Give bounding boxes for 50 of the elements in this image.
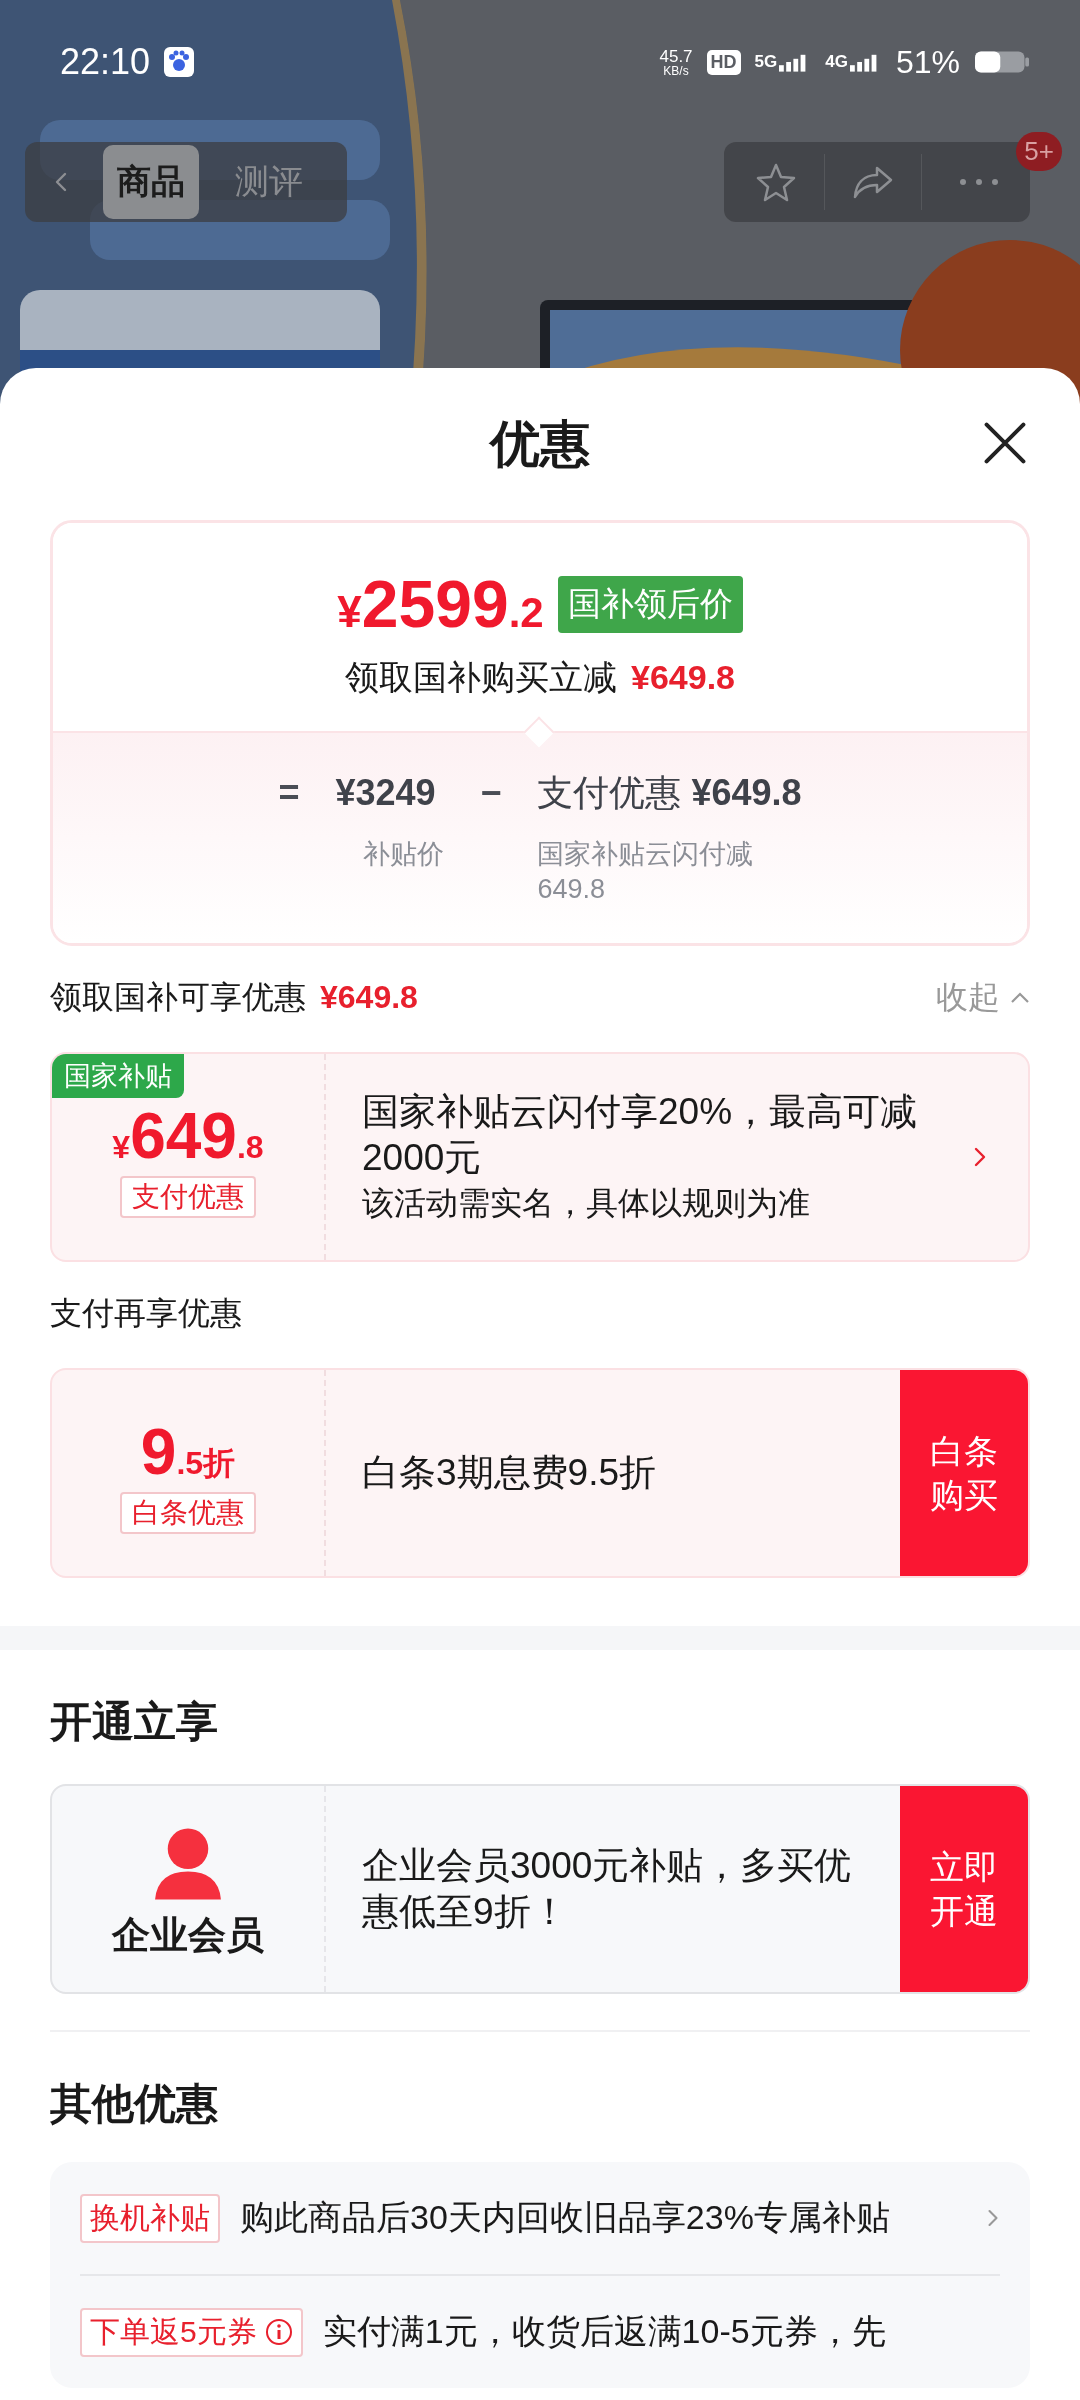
offer-text: 实付满1元，收货后返满10-5元券，先: [322, 2311, 887, 2353]
sheet-title: 优惠: [490, 414, 590, 474]
offer-tag: 下单返5元券: [80, 2307, 303, 2357]
close-icon[interactable]: [982, 420, 1028, 466]
paw-icon: [164, 47, 195, 77]
tab[interactable]: 商品: [103, 145, 199, 219]
price-caption: 补贴价: [362, 838, 445, 871]
network-indicator: 4G: [825, 52, 848, 72]
section-label: 领取国补可享优惠: [50, 978, 306, 1018]
coupon-description: 国家补贴云闪付享20%，最高可减2000元: [362, 1089, 919, 1180]
status-time: 22:10: [60, 41, 151, 83]
subsidy-price: ¥3249: [335, 771, 437, 815]
offer-text: 购此商品后30天内回收旧品享23%专属补贴: [240, 2197, 891, 2239]
collapse-toggle[interactable]: 收起: [936, 976, 1030, 1021]
section-heading: 其他优惠: [50, 2079, 219, 2130]
coupon-value: 9.5折: [140, 1420, 236, 1485]
section-amount: ¥649.8: [320, 979, 418, 1017]
speed-unit: KB/s: [663, 64, 689, 77]
offer-tag: 换机补贴: [80, 2193, 220, 2243]
deduction-caption: 国家补贴云闪付减 649.8: [537, 838, 755, 907]
star-icon[interactable]: [754, 162, 798, 202]
section-label: 支付再享优惠: [50, 1294, 242, 1334]
chevron-icon[interactable]: [986, 2208, 1000, 2229]
coupon-value: ¥649.8: [112, 1104, 264, 1169]
minus-sign: −: [480, 771, 502, 815]
discount-text: 领取国补购买立减: [345, 657, 617, 698]
network-speed: 45.7: [659, 47, 693, 65]
action-button[interactable]: 立即开通: [900, 1786, 1028, 1993]
coupon-description: 企业会员3000元补贴，多买优惠低至9折！: [362, 1843, 853, 1935]
section-heading: 开通立享: [50, 1697, 219, 1748]
discount-amount: ¥649.8: [631, 658, 735, 697]
equals-sign: =: [278, 771, 300, 815]
price-tag: 国补领后价: [557, 575, 743, 633]
coupon-description: 白条3期息费9.5折: [362, 1451, 657, 1496]
more-icon[interactable]: [958, 178, 1000, 186]
chevron-icon[interactable]: [972, 1146, 988, 1169]
battery-percent: 51%: [895, 43, 960, 81]
chevron-icon[interactable]: [1010, 992, 1030, 1005]
deduction-label: 支付优惠: [537, 771, 682, 815]
coupon-label: 白条优惠: [120, 1492, 256, 1535]
deduction-amount: ¥649.8: [691, 771, 802, 815]
coupon-note: 该活动需实名，具体以规则为准: [362, 1184, 811, 1224]
corner-tag: 国家补贴: [52, 1054, 184, 1099]
final-price: ¥2599.2: [337, 571, 544, 637]
network-indicator: 5G: [754, 52, 778, 72]
tab[interactable]: 测评: [221, 145, 317, 219]
coupon-label: 支付优惠: [120, 1176, 256, 1219]
back-icon[interactable]: [53, 171, 67, 193]
action-button[interactable]: 白条购买: [900, 1370, 1028, 1577]
member-name: 企业会员: [112, 1912, 264, 1958]
